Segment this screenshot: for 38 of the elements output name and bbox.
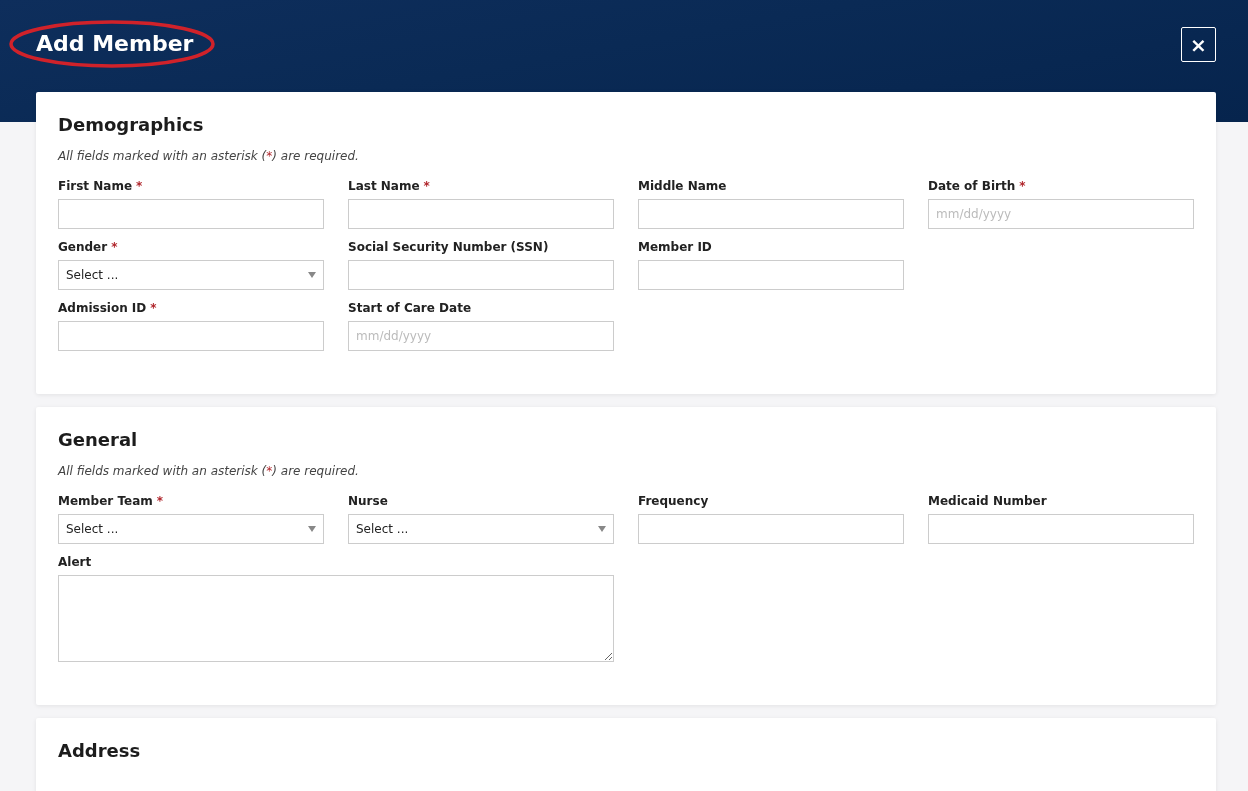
text-field[interactable] xyxy=(58,199,324,229)
text-field[interactable] xyxy=(638,199,904,229)
select-dropdown[interactable]: Select ... xyxy=(58,514,324,544)
caret-icon xyxy=(308,272,316,278)
field-label: Member Team * xyxy=(58,494,165,508)
required-note: All fields marked with an asterisk (*) are required. xyxy=(58,149,360,163)
page-title: Add Member xyxy=(36,30,194,58)
caret-icon xyxy=(308,526,316,532)
field-label: Alert xyxy=(58,555,93,569)
field-label: First Name * xyxy=(58,179,144,193)
field-label: Date of Birth * xyxy=(928,179,1027,193)
select-dropdown[interactable]: Select ... xyxy=(348,514,614,544)
section-title: Demographics xyxy=(58,114,205,135)
field-label: Start of Care Date xyxy=(348,301,473,315)
field-label: Middle Name xyxy=(638,179,728,193)
field-label: Gender * xyxy=(58,240,119,254)
text-field[interactable] xyxy=(348,199,614,229)
text-field[interactable] xyxy=(348,260,614,290)
close-button[interactable]: × xyxy=(1181,27,1216,62)
field-label: Social Security Number (SSN) xyxy=(348,240,550,254)
text-field[interactable] xyxy=(638,260,904,290)
text-field[interactable]: mm/dd/yyyy xyxy=(348,321,614,351)
text-area[interactable] xyxy=(58,575,614,662)
text-field[interactable] xyxy=(928,514,1194,544)
text-field[interactable]: mm/dd/yyyy xyxy=(928,199,1194,229)
text-field[interactable] xyxy=(638,514,904,544)
text-field[interactable] xyxy=(58,321,324,351)
field-label: Nurse xyxy=(348,494,389,508)
section-title: Address xyxy=(58,740,142,761)
select-dropdown[interactable]: Select ... xyxy=(58,260,324,290)
field-label: Medicaid Number xyxy=(928,494,1048,508)
field-label: Admission ID * xyxy=(58,301,158,315)
field-label: Member ID xyxy=(638,240,713,254)
section-title: General xyxy=(58,429,139,450)
required-note: All fields marked with an asterisk (*) are required. xyxy=(58,464,360,478)
field-label: Frequency xyxy=(638,494,710,508)
caret-icon xyxy=(598,526,606,532)
field-label: Last Name * xyxy=(348,179,431,193)
